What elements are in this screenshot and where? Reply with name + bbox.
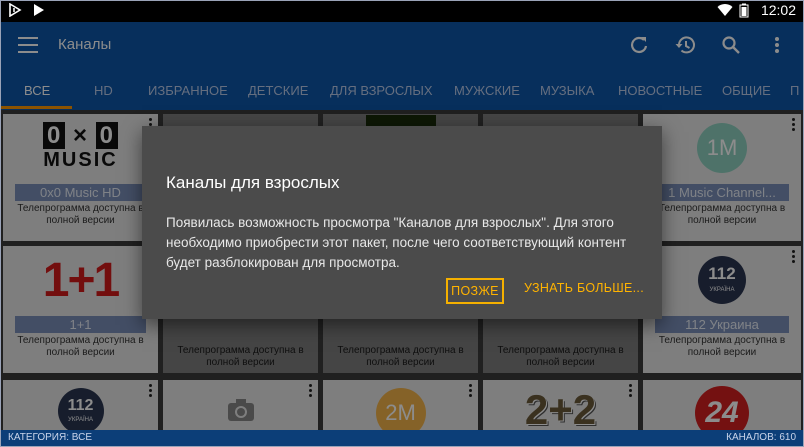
learn-more-button[interactable]: УЗНАТЬ БОЛЬШЕ... [524, 281, 644, 295]
dialog-title: Каналы для взрослых [166, 173, 340, 192]
wifi-icon [717, 3, 733, 17]
play-store-icon [32, 3, 46, 17]
later-button[interactable]: ПОЗЖЕ [446, 278, 504, 304]
bottom-status-bar: КАТЕГОРИЯ: ВСЕ КАНАЛОВ: 610 [0, 430, 804, 447]
notification-icon [8, 2, 22, 18]
channel-count: КАНАЛОВ: 610 [726, 432, 796, 443]
battery-icon [739, 3, 753, 18]
status-time: 12:02 [760, 2, 796, 18]
adult-channels-dialog: Каналы для взрослых Появилась возможност… [142, 126, 662, 319]
dialog-message: Появилась возможность просмотра "Каналов… [166, 215, 627, 270]
category-label: КАТЕГОРИЯ: ВСЕ [8, 432, 92, 443]
status-bar: 12:02 [0, 0, 804, 22]
